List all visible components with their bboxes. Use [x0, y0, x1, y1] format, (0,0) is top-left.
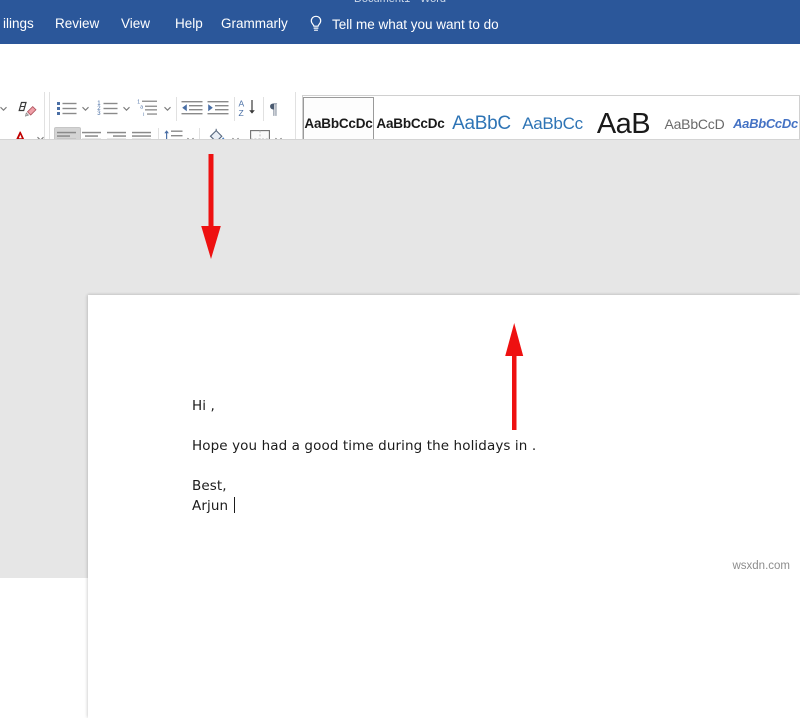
paragraph-inner-separator-1 [176, 97, 177, 121]
tell-me-search[interactable]: Tell me what you want to do [308, 4, 499, 44]
decrease-indent-icon[interactable] [181, 100, 203, 117]
tab-mailings[interactable]: ilings [0, 4, 43, 44]
bullets-icon[interactable] [56, 99, 78, 117]
site-watermark: wsxdn.com [732, 560, 790, 572]
tab-grammarly[interactable]: Grammarly [212, 4, 297, 44]
format-painter-icon[interactable] [15, 99, 39, 121]
tell-me-label: Tell me what you want to do [332, 17, 499, 32]
document-line-greeting: Hi , [192, 398, 215, 414]
style-preview-heading-1: AaBbC [446, 111, 517, 137]
document-line-name: Arjun [192, 498, 228, 514]
up-arrow-annotation [499, 318, 531, 433]
svg-text:3: 3 [97, 111, 101, 117]
word-application-window: Document1 - Word ilings Review View Help… [0, 0, 800, 578]
style-preview-heading-2: AaBbCc [517, 111, 588, 137]
tab-review[interactable]: Review [46, 4, 108, 44]
style-preview-title: AaB [588, 109, 659, 139]
style-preview-no-spacing: AaBbCcDc [375, 111, 446, 137]
document-page[interactable]: Hi , Hope you had a good time during the… [88, 295, 800, 718]
document-canvas: Hi , Hope you had a good time during the… [0, 140, 800, 578]
ribbon-tab-bar: ilings Review View Help Grammarly Tell m… [0, 4, 800, 44]
multilevel-list-dropdown-icon[interactable] [163, 104, 172, 113]
down-arrow-annotation [196, 150, 228, 265]
style-preview-subtle-emphasis: AaBbCcDc [730, 111, 800, 137]
multilevel-list-icon[interactable]: 1 a i [137, 98, 160, 118]
document-line-body: Hope you had a good time during the holi… [192, 438, 536, 454]
ribbon-body: 1 2 3 1 a i [0, 44, 800, 140]
style-preview-normal: AaBbCcDc [304, 111, 373, 137]
paragraph-inner-separator-3 [263, 97, 264, 121]
text-cursor [234, 497, 235, 513]
svg-text:Z: Z [239, 108, 244, 118]
paragraph-inner-separator-2 [234, 97, 235, 121]
lightbulb-icon [308, 15, 324, 34]
tab-view[interactable]: View [112, 4, 159, 44]
font-size-dropdown-icon[interactable] [0, 104, 8, 113]
show-formatting-marks-icon[interactable]: ¶ [268, 98, 284, 118]
svg-text:A: A [239, 99, 245, 109]
numbering-dropdown-icon[interactable] [122, 104, 131, 113]
document-line-signoff: Best, [192, 478, 227, 494]
svg-text:¶: ¶ [270, 101, 278, 118]
numbering-icon[interactable]: 1 2 3 [97, 99, 119, 117]
style-preview-subtitle: AaBbCcD [659, 111, 730, 137]
svg-text:a: a [140, 104, 143, 110]
tab-help[interactable]: Help [166, 4, 212, 44]
sort-icon[interactable]: A Z [238, 98, 258, 118]
bullets-dropdown-icon[interactable] [81, 104, 90, 113]
increase-indent-icon[interactable] [207, 100, 229, 117]
svg-text:i: i [143, 112, 144, 118]
